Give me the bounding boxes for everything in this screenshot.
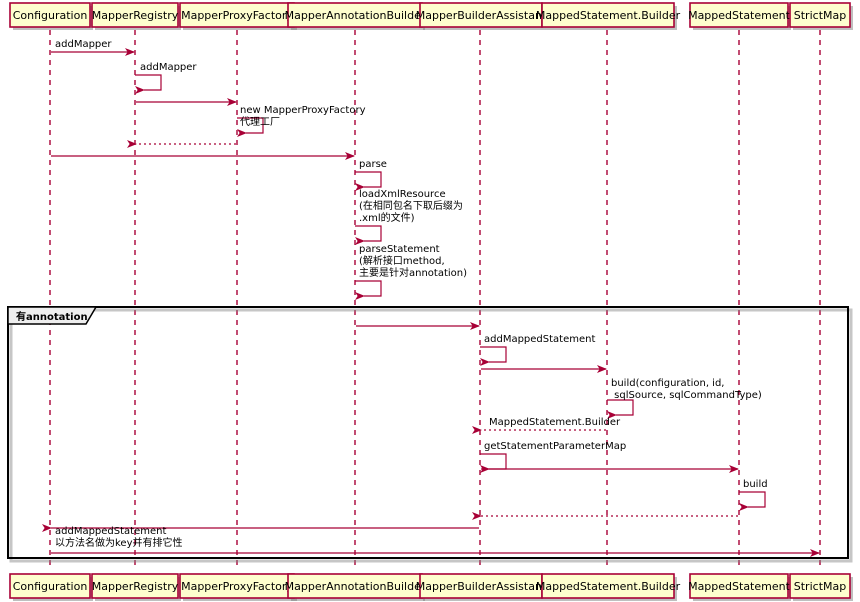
self-call-line <box>355 171 382 191</box>
participant-mappedStatement-top[interactable]: MappedStatement <box>688 2 791 30</box>
sequence-diagram-root: 有annotation addMapper addMapper new Mapper… <box>0 0 860 602</box>
participant-mapperBuilderAssistant-top[interactable]: MapperBuilderAssistant <box>416 2 547 30</box>
participant-mappedStatement-bottom[interactable]: MappedStatement <box>688 573 791 601</box>
message-label: MappedStatement.Builder <box>489 417 621 428</box>
message-m1: addMapper <box>51 39 135 56</box>
self-call-line <box>480 346 507 366</box>
participant-label: MappedStatement.Builder <box>536 9 681 22</box>
participant-label: Configuration <box>13 9 88 22</box>
message-m11: addMappedStatement <box>480 334 595 366</box>
frame-shadow <box>9 308 853 563</box>
frame-label-text: 有annotation <box>16 310 88 323</box>
participant-mapperRegistry-top[interactable]: MapperRegistry <box>91 2 181 30</box>
message-label: getStatementParameterMap <box>484 441 626 452</box>
participant-label: MapperBuilderAssistant <box>416 580 547 593</box>
participant-mappedStatementBuilder-top[interactable]: MappedStatement.Builder <box>536 2 681 30</box>
message-m2: addMapper <box>135 62 197 94</box>
participant-label: StrictMap <box>794 9 846 22</box>
message-label: addMappedStatement <box>484 334 595 345</box>
participant-label: MapperRegistry <box>92 9 179 22</box>
sequence-diagram-canvas: 有annotation addMapper addMapper new Mapper… <box>7 2 853 601</box>
self-call-line <box>355 280 382 300</box>
participant-mapperAnnotationBuilder-top[interactable]: MapperAnnotationBuilder <box>285 2 426 30</box>
message-m8: loadXmlResource (在相同包名下取后缀为.xml的文件) <box>355 189 463 245</box>
message-label: build <box>743 479 768 490</box>
participant-label: MapperAnnotationBuilder <box>285 9 426 22</box>
message-label: new MapperProxyFactory 代理工厂 <box>240 105 366 128</box>
message-label: addMapper <box>140 62 197 73</box>
participant-label: MapperProxyFactory <box>181 580 293 593</box>
participant-label: MapperRegistry <box>92 580 179 593</box>
lifelines-group <box>49 30 821 570</box>
participant-mapperRegistry-bottom[interactable]: MapperRegistry <box>91 573 181 601</box>
messages-group: addMapper addMapper new MapperProxyFactory… <box>42 39 820 557</box>
participant-strictMap-top[interactable]: StrictMap <box>789 2 853 30</box>
participant-mapperProxyFactory-top[interactable]: MapperProxyFactory <box>179 2 297 30</box>
participant-mappedStatementBuilder-bottom[interactable]: MappedStatement.Builder <box>536 573 681 601</box>
message-label: parseStatement (解析接口method,主要是针对annotatio… <box>359 244 467 279</box>
frame-border <box>7 306 849 559</box>
participant-mapperBuilderAssistant-bottom[interactable]: MapperBuilderAssistant <box>416 573 547 601</box>
participant-label: MappedStatement <box>688 580 791 593</box>
message-label: addMappedStatement 以方法名做为key并有排它性 <box>55 526 183 549</box>
participant-label: MapperAnnotationBuilder <box>285 580 426 593</box>
participants-group: Configuration Configuration MapperRegistry… <box>9 2 853 601</box>
participant-mapperAnnotationBuilder-bottom[interactable]: MapperAnnotationBuilder <box>285 573 426 601</box>
message-m15: getStatementParameterMap <box>480 441 626 473</box>
self-call-line <box>480 453 507 473</box>
self-call-line <box>135 74 162 94</box>
participant-label: MappedStatement.Builder <box>536 580 681 593</box>
message-m4: new MapperProxyFactory 代理工厂 <box>237 105 366 137</box>
participant-label: MapperBuilderAssistant <box>416 9 547 22</box>
message-m20: addMappedStatement 以方法名做为key并有排它性 <box>51 526 820 557</box>
message-label: addMapper <box>55 39 112 50</box>
self-call-line <box>607 399 634 419</box>
participant-mapperProxyFactory-bottom[interactable]: MapperProxyFactory <box>179 573 297 601</box>
participant-label: MapperProxyFactory <box>181 9 293 22</box>
participant-strictMap-bottom[interactable]: StrictMap <box>789 573 853 601</box>
participant-label: StrictMap <box>794 580 846 593</box>
message-m7: parse <box>355 159 387 191</box>
message-m14: MappedStatement.Builder <box>472 417 621 434</box>
participant-configuration-top[interactable]: Configuration <box>9 2 93 30</box>
self-call-line <box>739 491 766 511</box>
participant-configuration-bottom[interactable]: Configuration <box>9 573 93 601</box>
participant-label: Configuration <box>13 580 88 593</box>
message-label: parse <box>359 159 387 170</box>
message-m9: parseStatement (解析接口method,主要是针对annotatio… <box>355 244 467 300</box>
message-label: loadXmlResource (在相同包名下取后缀为.xml的文件) <box>359 189 463 224</box>
participant-label: MappedStatement <box>688 9 791 22</box>
message-m17: build <box>739 479 768 511</box>
self-call-line <box>355 225 382 245</box>
